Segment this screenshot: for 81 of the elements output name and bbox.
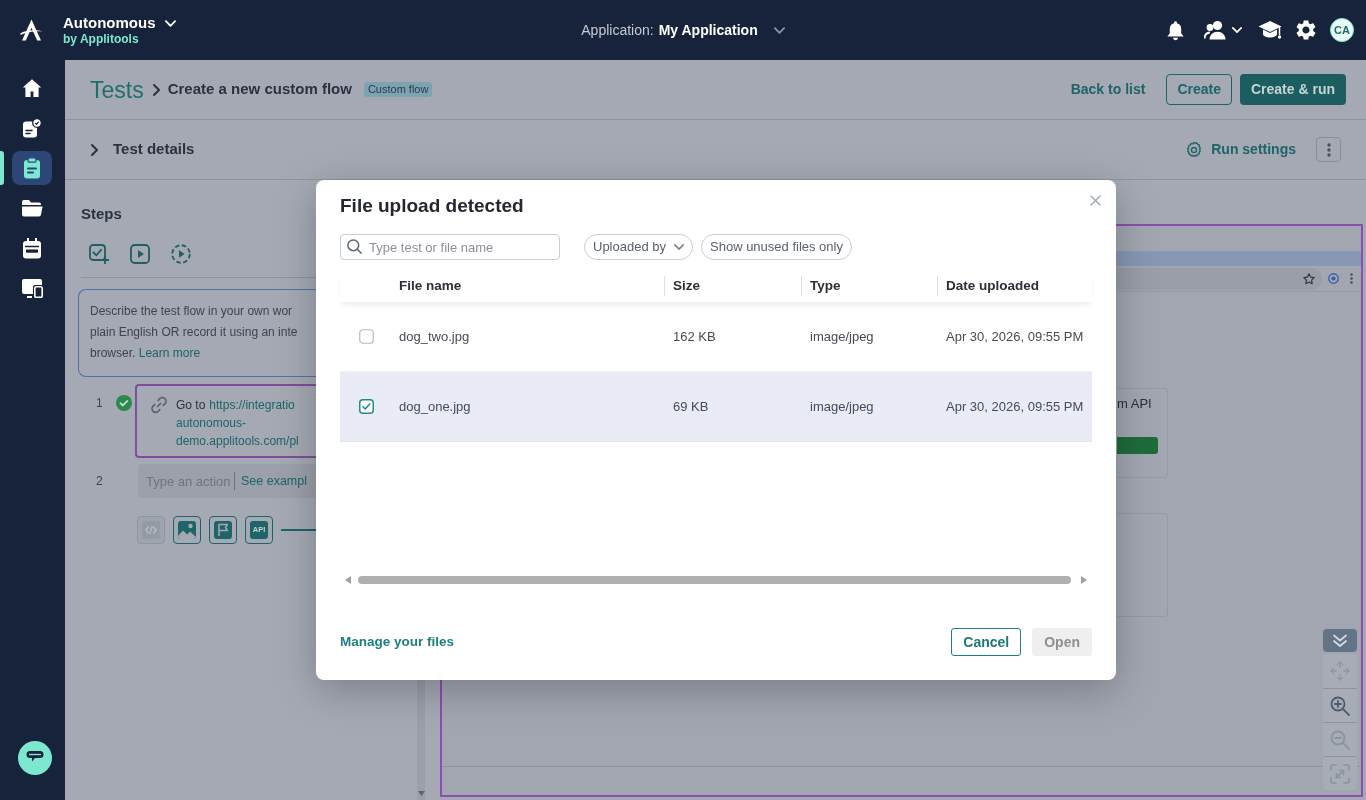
chat-button[interactable]: [18, 741, 52, 775]
calendar-icon: [22, 237, 42, 259]
back-link[interactable]: Back to list: [1070, 79, 1146, 100]
checkbox[interactable]: [359, 399, 374, 414]
clipboard-icon: [23, 157, 41, 179]
collapse-button[interactable]: [1323, 629, 1357, 652]
product-name: Autonomous: [63, 14, 156, 32]
chevron-down-icon: [773, 26, 785, 34]
file-row[interactable]: dog_one.jpg 69 KB image/jpeg Apr 30, 2026, 09:55 PM: [340, 372, 1092, 442]
upload-date: Apr 30, 2026, 09:55 PM: [946, 327, 1084, 346]
checkbox[interactable]: [359, 329, 374, 344]
column-header[interactable]: Type: [810, 275, 841, 297]
close-icon[interactable]: [1090, 195, 1101, 206]
link-icon: [150, 396, 168, 414]
image-tool-button[interactable]: [173, 516, 201, 544]
down-arrow-icon[interactable]: [417, 791, 425, 796]
step-number: 2: [96, 473, 104, 489]
file-name: dog_two.jpg: [399, 327, 470, 346]
file-type: image/jpeg: [810, 327, 874, 346]
test-details-toggle[interactable]: Test details: [90, 138, 195, 161]
cancel-button[interactable]: Cancel: [951, 628, 1022, 656]
nav-button[interactable]: [12, 151, 52, 185]
chevron-down-icon[interactable]: [165, 19, 177, 27]
learn-more-link[interactable]: Learn more: [138, 346, 201, 360]
flag-tool-button[interactable]: [209, 516, 237, 544]
file-name: dog_one.jpg: [399, 397, 471, 416]
replay-icon[interactable]: [171, 244, 191, 264]
more-options-icon[interactable]: [1350, 273, 1353, 284]
primary-button[interactable]: Create & run: [1239, 74, 1346, 105]
search-icon: [347, 239, 362, 254]
right-arrow-icon[interactable]: [1081, 576, 1087, 584]
chevron-right-icon: [152, 83, 160, 96]
bell-icon[interactable]: [1166, 19, 1185, 41]
double-chevron-down-icon: [1332, 633, 1348, 648]
column-header[interactable]: Date uploaded: [946, 275, 1039, 297]
kebab-icon: [1326, 142, 1331, 157]
upload-date: Apr 30, 2026, 09:55 PM: [946, 397, 1084, 416]
vendor-name: by Applitools: [63, 32, 139, 46]
chevron-down-icon: [674, 244, 684, 250]
home-icon: [22, 78, 42, 98]
flow-tag: Custom flow: [363, 82, 433, 97]
manage-files-link[interactable]: Manage your files: [340, 631, 455, 653]
info-text: Describe the test flow in your own wor plain English OR record it using an inte browser. Learn more: [90, 303, 299, 362]
breadcrumb-link[interactable]: Tests: [90, 75, 144, 104]
scrollbar-thumb[interactable]: [358, 576, 1071, 584]
step-number: 1: [96, 395, 104, 411]
add-check-icon[interactable]: [89, 244, 109, 264]
code-icon: [142, 521, 160, 539]
dialog-title: File upload detected: [340, 194, 524, 218]
file-size: 69 KB: [673, 397, 709, 416]
folder-icon: [21, 199, 43, 217]
file-size: 162 KB: [673, 327, 716, 346]
settings-icon[interactable]: [1296, 20, 1316, 40]
logo-icon[interactable]: [19, 18, 44, 42]
column-header[interactable]: Size: [673, 275, 700, 297]
flag-icon: [214, 521, 232, 539]
chevron-down-icon[interactable]: [1232, 27, 1242, 33]
step-text: Go to https://integratio autonomous- demo.applitools.com/pl: [176, 397, 300, 450]
devices-icon: [21, 278, 43, 298]
steps-heading: Steps: [81, 204, 122, 224]
ring-icon[interactable]: [1328, 273, 1339, 284]
graduation-cap-icon[interactable]: [1258, 20, 1282, 40]
page-title: Create a new custom flow: [167, 79, 352, 100]
outline-button[interactable]: Create: [1166, 74, 1232, 105]
avatar[interactable]: CA: [1330, 18, 1354, 42]
application-selector[interactable]: Application: My Application: [581, 21, 785, 39]
play-icon[interactable]: [130, 244, 150, 264]
more-options-button[interactable]: [1316, 137, 1341, 162]
card-title: m API: [1117, 396, 1152, 412]
users-icon[interactable]: [1204, 20, 1226, 40]
column-header[interactable]: File name: [399, 275, 462, 297]
zoom-in-icon[interactable]: [1330, 695, 1350, 716]
left-arrow-icon[interactable]: [345, 576, 351, 584]
image-icon: [178, 521, 196, 539]
gear-icon: [1185, 140, 1204, 159]
star-icon[interactable]: [1303, 272, 1315, 285]
see-examples-link[interactable]: See exampl: [241, 471, 307, 491]
document-check-icon: [22, 118, 42, 138]
search-field[interactable]: Type test or file name: [340, 234, 560, 260]
file-type: image/jpeg: [810, 397, 874, 416]
run-settings-button[interactable]: Run settings: [1185, 139, 1296, 160]
